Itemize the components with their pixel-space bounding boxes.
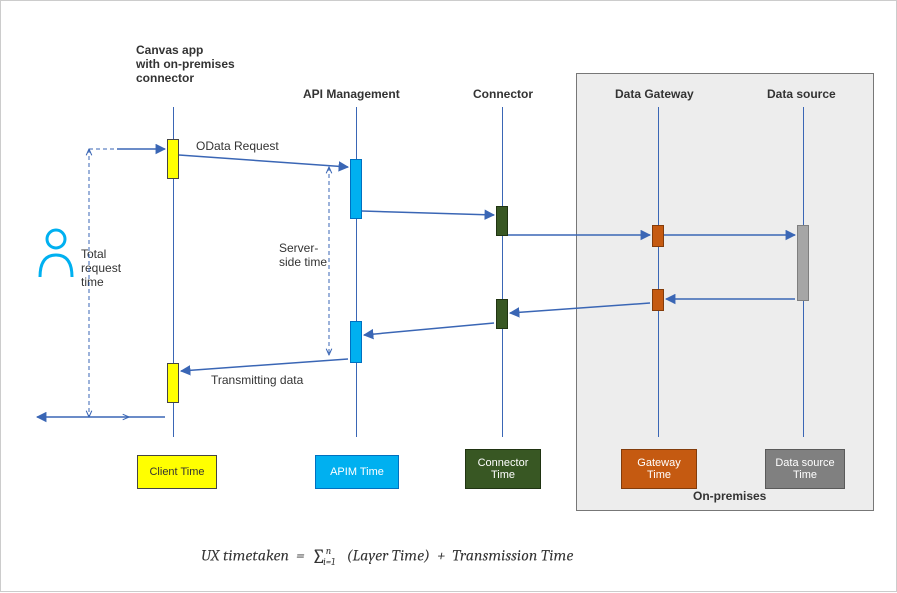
activation-datasource bbox=[797, 225, 809, 301]
timebox-client: Client Time bbox=[137, 455, 217, 489]
lifeline-apim bbox=[356, 107, 357, 437]
user-icon bbox=[36, 227, 76, 282]
formula: UX timetaken = ∑ni=1 (Layer Time) + Tran… bbox=[201, 545, 573, 568]
on-premises-container bbox=[576, 73, 874, 511]
activation-connector-req bbox=[496, 206, 508, 236]
activation-client-end bbox=[167, 363, 179, 403]
label-transmitting-data: Transmitting data bbox=[211, 373, 303, 387]
timebox-gateway: Gateway Time bbox=[621, 449, 697, 489]
activation-apim-resp bbox=[350, 321, 362, 363]
lifeline-connector bbox=[502, 107, 503, 437]
activation-gateway-resp bbox=[652, 289, 664, 311]
formula-plus: + bbox=[437, 546, 445, 564]
formula-term1: (Layer Time) bbox=[347, 546, 430, 564]
on-premises-label: On-premises bbox=[693, 489, 766, 503]
label-total-request-time: Total request time bbox=[81, 247, 121, 289]
label-odata-request: OData Request bbox=[196, 139, 279, 153]
activation-gateway-req bbox=[652, 225, 664, 247]
timebox-connector: Connector Time bbox=[465, 449, 541, 489]
header-datasource: Data source bbox=[767, 87, 836, 101]
activation-client-start bbox=[167, 139, 179, 179]
formula-sum-lower: i=1 bbox=[323, 556, 335, 568]
timebox-datasource: Data source Time bbox=[765, 449, 845, 489]
lifeline-gateway bbox=[658, 107, 659, 437]
formula-lhs: UX timetaken bbox=[201, 546, 289, 564]
timebox-apim: APIM Time bbox=[315, 455, 399, 489]
activation-connector-resp bbox=[496, 299, 508, 329]
diagram-frame: On-premises Canvas app with on-premises … bbox=[0, 0, 897, 592]
activation-apim-start bbox=[350, 159, 362, 219]
label-server-side-time: Server- side time bbox=[279, 241, 327, 269]
formula-term2: Transmission Time bbox=[452, 546, 573, 564]
header-apim: API Management bbox=[303, 87, 400, 101]
header-canvas: Canvas app with on-premises connector bbox=[136, 43, 235, 85]
header-connector: Connector bbox=[473, 87, 533, 101]
formula-eq: = bbox=[296, 546, 305, 564]
header-gateway: Data Gateway bbox=[615, 87, 694, 101]
